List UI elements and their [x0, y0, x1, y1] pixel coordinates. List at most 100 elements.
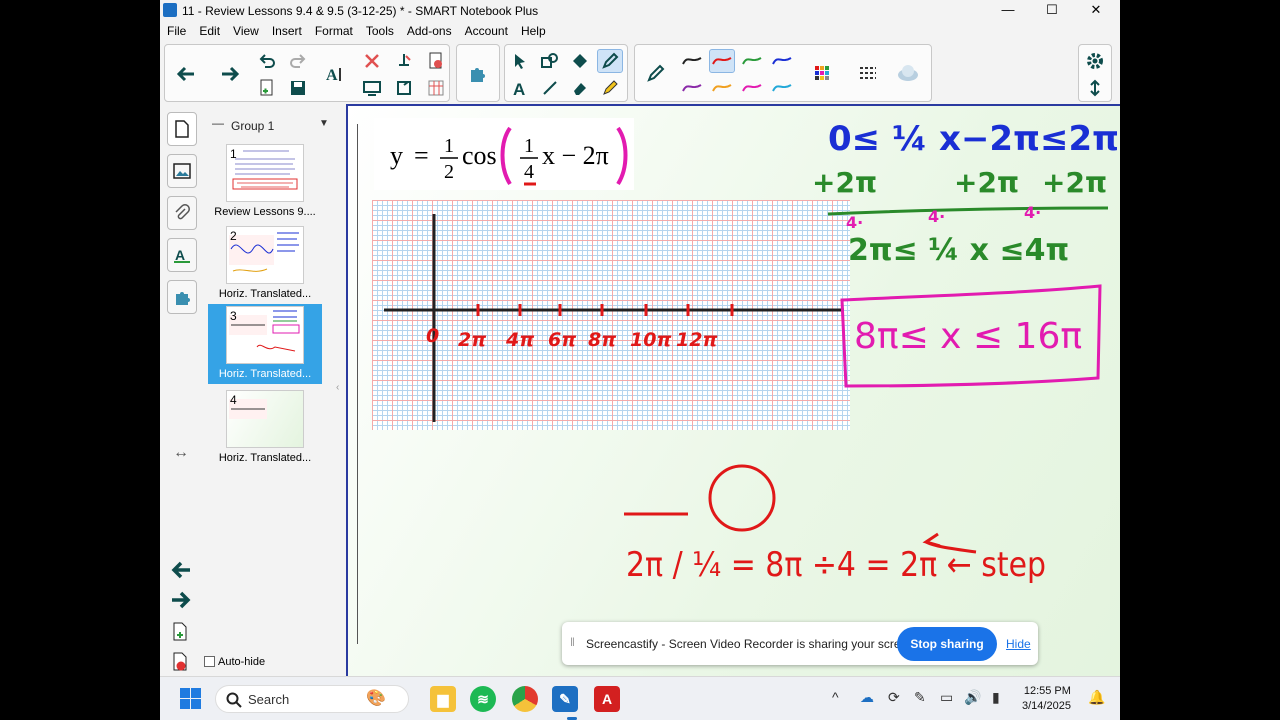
pen-style-magenta[interactable]: [739, 76, 765, 100]
color-palette-icon[interactable]: [809, 61, 835, 85]
erase-ink-icon[interactable]: [391, 49, 417, 73]
drag-handle-icon[interactable]: ‖: [570, 635, 575, 649]
taskbar-search[interactable]: Search 🎨: [215, 685, 409, 713]
text-format-icon[interactable]: A: [322, 62, 348, 86]
menu-file[interactable]: File: [160, 21, 192, 38]
page-thumbnail-1[interactable]: 1 Review Lessons 9....: [208, 142, 322, 222]
pen-style-blue[interactable]: [769, 49, 795, 73]
menu-edit[interactable]: Edit: [192, 21, 226, 38]
pen-style-orange[interactable]: [709, 76, 735, 100]
menu-insert[interactable]: Insert: [265, 21, 308, 38]
eraser-icon[interactable]: [567, 76, 593, 100]
pen-style-purple[interactable]: [679, 76, 705, 100]
spotify-icon[interactable]: ≋: [470, 686, 496, 712]
previous-page-icon[interactable]: [170, 560, 192, 585]
shapes-icon[interactable]: [537, 49, 563, 73]
delete-page-icon[interactable]: [172, 652, 188, 677]
work-line-3: 2π≤ ¼ x ≤4π: [848, 233, 1069, 268]
smart-notebook-taskbar-icon[interactable]: ✎: [552, 686, 578, 712]
formula-cos: cos: [462, 141, 497, 170]
menu-addons[interactable]: Add-ons: [400, 21, 458, 38]
maximize-button[interactable]: ☐: [1030, 0, 1074, 21]
show-hidden-icons[interactable]: ^: [832, 689, 839, 705]
page-thumbnail-3[interactable]: 3 Horiz. Translated...: [208, 304, 322, 384]
undo-icon[interactable]: [254, 49, 280, 73]
whiteboard-canvas[interactable]: y = 1 2 cos 1 4 x − 2π 0 2π 4π 6π 8π 10π…: [346, 104, 1120, 676]
sorter-resize-handle[interactable]: ‹: [336, 382, 339, 393]
pen-style-red[interactable]: [709, 49, 735, 73]
expand-toolbar-icon[interactable]: [1082, 76, 1108, 100]
screen-shade-icon[interactable]: [359, 76, 385, 100]
addons-tab[interactable]: [167, 280, 197, 314]
page-3-preview: [226, 306, 304, 364]
volume-icon[interactable]: 🔊: [964, 689, 981, 706]
redo-icon[interactable]: [285, 49, 311, 73]
notifications-icon[interactable]: 🔔: [1088, 689, 1105, 706]
menu-format[interactable]: Format: [308, 21, 359, 38]
battery-icon[interactable]: ▮: [992, 689, 1000, 706]
settings-gear-icon[interactable]: [1082, 49, 1108, 73]
page-thumbnail-2[interactable]: 2 Horiz. Translated...: [208, 224, 322, 304]
graph-grid[interactable]: 0 2π 4π 6π 8π 10π 12π: [372, 200, 850, 430]
page-4-preview: [226, 390, 304, 448]
line-icon[interactable]: [537, 76, 563, 100]
clock[interactable]: 12:55 PM 3/14/2025: [1022, 684, 1071, 714]
minimize-button[interactable]: —: [986, 0, 1030, 21]
work-times-4-2: 4·: [928, 207, 945, 226]
pen-type-icon[interactable]: [643, 61, 669, 85]
menu-tools[interactable]: Tools: [359, 21, 400, 38]
display-icon[interactable]: ▭: [940, 689, 953, 706]
page-thumbnail-4[interactable]: 4 Horiz. Translated...: [208, 388, 322, 468]
page-label: Review Lessons 9....: [214, 206, 316, 218]
onedrive-icon[interactable]: ☁: [860, 689, 874, 706]
pen-style-cyan[interactable]: [769, 76, 795, 100]
fill-icon[interactable]: [567, 49, 593, 73]
add-page-icon[interactable]: [254, 76, 280, 100]
stop-sharing-button[interactable]: Stop sharing: [897, 627, 997, 661]
group-dropdown-icon[interactable]: ▼: [319, 118, 329, 129]
forward-arrow-icon[interactable]: [217, 62, 243, 86]
effects-icon[interactable]: [895, 61, 921, 85]
menu-view[interactable]: View: [226, 21, 265, 38]
chrome-icon[interactable]: [512, 686, 538, 712]
addons-puzzle-icon[interactable]: [465, 61, 491, 85]
axis-label-10pi: 10π: [630, 329, 671, 351]
add-page-sidebar-icon[interactable]: [172, 622, 188, 647]
save-icon[interactable]: [285, 76, 311, 100]
toolbar: A A: [160, 42, 1120, 104]
next-page-icon[interactable]: [170, 590, 192, 615]
screen-share-banner: ‖ Screencastify - Screen Video Recorder …: [562, 622, 1038, 665]
table-icon[interactable]: [423, 76, 449, 100]
text-icon[interactable]: A: [507, 76, 533, 100]
acrobat-icon[interactable]: A: [594, 686, 620, 712]
pen-style-green[interactable]: [739, 49, 765, 73]
pen-menu-icon[interactable]: ✎: [914, 689, 926, 706]
close-button[interactable]: ✕: [1074, 0, 1118, 21]
back-arrow-icon[interactable]: [173, 62, 199, 86]
attachments-tab[interactable]: [167, 196, 197, 230]
menu-account[interactable]: Account: [458, 21, 514, 38]
menu-help[interactable]: Help: [514, 21, 552, 38]
properties-tab[interactable]: A: [167, 238, 197, 272]
capture-icon[interactable]: [391, 76, 417, 100]
formula-box[interactable]: y = 1 2 cos 1 4 x − 2π: [374, 118, 634, 190]
resize-sidebar-icon[interactable]: ↔: [173, 444, 189, 462]
group-collapse-icon[interactable]: —: [212, 116, 224, 130]
file-explorer-icon[interactable]: ▆: [430, 686, 456, 712]
line-style-icon[interactable]: [855, 61, 881, 85]
document-delete-icon[interactable]: [423, 49, 449, 73]
pen-icon[interactable]: [597, 49, 623, 73]
pen-style-black[interactable]: [679, 49, 705, 73]
page-sorter-tab[interactable]: [167, 112, 197, 146]
hide-link[interactable]: Hide: [1006, 637, 1031, 651]
checkbox-box[interactable]: [204, 656, 215, 667]
windows-start-icon[interactable]: [180, 688, 202, 710]
select-icon[interactable]: [507, 49, 533, 73]
gallery-tab[interactable]: [167, 154, 197, 188]
page-label: Horiz. Translated...: [218, 288, 312, 300]
highlighter-icon[interactable]: [597, 76, 623, 100]
sync-icon[interactable]: ⟳: [888, 689, 900, 706]
auto-hide-checkbox[interactable]: Auto-hide: [204, 656, 265, 668]
delete-icon[interactable]: [359, 49, 385, 73]
page-number: 4: [230, 393, 237, 407]
